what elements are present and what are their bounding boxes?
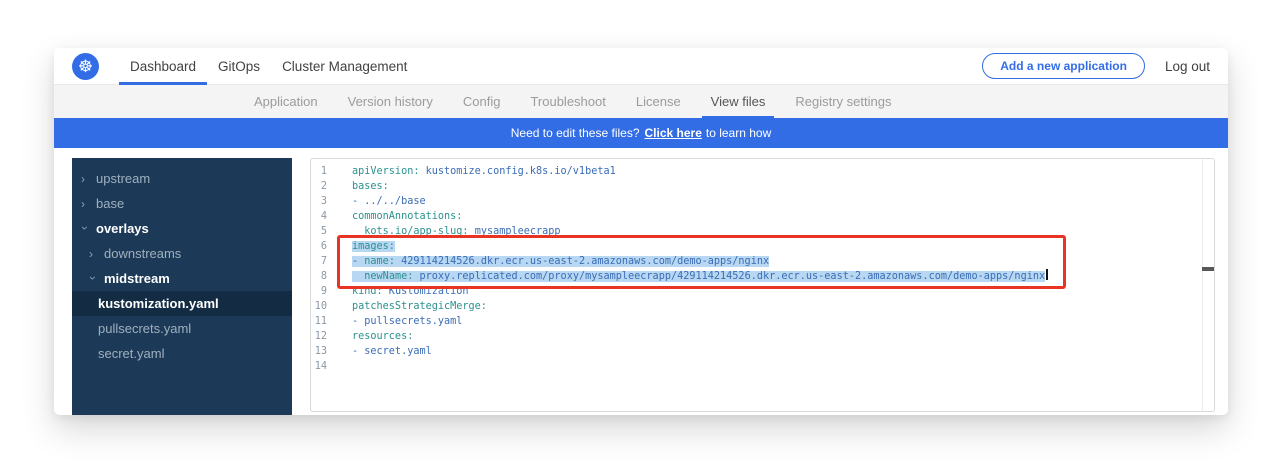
tree-item-overlays[interactable]: › overlays: [72, 216, 292, 241]
code-lines: 1 apiVersion: kustomize.config.k8s.io/v1b…: [311, 159, 1214, 374]
tab-view-files[interactable]: View files: [696, 85, 781, 118]
top-tab-gitops[interactable]: GitOps: [207, 48, 271, 84]
chevron-right-icon[interactable]: ›: [89, 247, 99, 261]
scrollbar-thumb[interactable]: [1202, 267, 1214, 271]
tab-version-history[interactable]: Version history: [333, 85, 448, 118]
code-line-7[interactable]: 7 - name: 429114214526.dkr.ecr.us-east-2.…: [311, 254, 1214, 269]
banner-click-here-link[interactable]: Click here: [645, 126, 702, 140]
code-line-14[interactable]: 14: [311, 359, 1214, 374]
editor-scrollbar[interactable]: [1202, 159, 1214, 411]
tree-item-base[interactable]: › base: [72, 191, 292, 216]
code-line-text: - pullsecrets.yaml: [352, 314, 462, 329]
line-number: 4: [311, 209, 327, 224]
text-cursor: [1046, 269, 1048, 280]
yaml-code-editor[interactable]: 1 apiVersion: kustomize.config.k8s.io/v1b…: [310, 158, 1215, 412]
tree-item-kustomization-yaml[interactable]: kustomization.yaml: [72, 291, 292, 316]
tree-item-label: base: [96, 196, 124, 211]
code-line-9[interactable]: 9 kind: Kustomization: [311, 284, 1214, 299]
edit-files-banner: Need to edit these files? Click here to …: [54, 118, 1228, 148]
line-number: 1: [311, 164, 327, 179]
code-line-1[interactable]: 1 apiVersion: kustomize.config.k8s.io/v1b…: [311, 164, 1214, 179]
top-nav-bar: ☸ Dashboard GitOps Cluster Management Ad…: [54, 48, 1228, 85]
tree-item-label: upstream: [96, 171, 150, 186]
tab-license[interactable]: License: [621, 85, 696, 118]
line-number: 5: [311, 224, 327, 239]
tree-item-label: overlays: [96, 221, 149, 236]
tree-item-label: secret.yaml: [98, 346, 164, 361]
tab-application[interactable]: Application: [239, 85, 333, 118]
view-files-content: › upstream › base › overlays › downstreams › mids…: [54, 148, 1228, 415]
code-line-text: newName: proxy.replicated.com/proxy/mysa…: [352, 269, 1048, 284]
app-sub-nav: Application Version history Config Troub…: [54, 85, 1228, 118]
code-line-text: apiVersion: kustomize.config.k8s.io/v1be…: [352, 164, 616, 179]
kubernetes-logo-icon: ☸: [72, 53, 99, 80]
code-line-11[interactable]: 11 - pullsecrets.yaml: [311, 314, 1214, 329]
chevron-down-icon[interactable]: ›: [78, 226, 92, 236]
tree-item-label: midstream: [104, 271, 170, 286]
banner-text-after: to learn how: [706, 126, 771, 140]
code-line-6[interactable]: 6 images:: [311, 239, 1214, 254]
code-line-2[interactable]: 2 bases:: [311, 179, 1214, 194]
code-line-13[interactable]: 13 - secret.yaml: [311, 344, 1214, 359]
code-line-text: commonAnnotations:: [352, 209, 462, 224]
banner-text-before: Need to edit these files?: [511, 126, 640, 140]
code-line-text: - secret.yaml: [352, 344, 432, 359]
chevron-right-icon[interactable]: ›: [81, 172, 91, 186]
code-line-10[interactable]: 10 patchesStrategicMerge:: [311, 299, 1214, 314]
code-line-text: kind: Kustomization: [352, 284, 469, 299]
tree-item-midstream[interactable]: › midstream: [72, 266, 292, 291]
code-line-text: images:: [352, 239, 395, 254]
code-line-text: - name: 429114214526.dkr.ecr.us-east-2.a…: [352, 254, 769, 269]
code-line-3[interactable]: 3 - ../../base: [311, 194, 1214, 209]
line-number: 7: [311, 254, 327, 269]
line-number: 3: [311, 194, 327, 209]
logout-link[interactable]: Log out: [1165, 59, 1210, 74]
admin-console-card: ☸ Dashboard GitOps Cluster Management Ad…: [54, 48, 1228, 415]
file-tree-sidebar: › upstream › base › overlays › downstreams › mids…: [72, 158, 292, 415]
tree-item-label: pullsecrets.yaml: [98, 321, 191, 336]
code-line-text: - ../../base: [352, 194, 426, 209]
tree-item-pullsecrets-yaml[interactable]: pullsecrets.yaml: [72, 316, 292, 341]
line-number: 10: [311, 299, 327, 314]
code-line-text: resources:: [352, 329, 413, 344]
tree-item-label: downstreams: [104, 246, 181, 261]
line-number: 13: [311, 344, 327, 359]
code-line-text: bases:: [352, 179, 389, 194]
code-line-5[interactable]: 5 kots.io/app-slug: mysampleecrapp: [311, 224, 1214, 239]
line-number: 2: [311, 179, 327, 194]
code-line-12[interactable]: 12 resources:: [311, 329, 1214, 344]
line-number: 8: [311, 269, 327, 284]
tree-item-upstream[interactable]: › upstream: [72, 166, 292, 191]
app-window: ☸ Dashboard GitOps Cluster Management Ad…: [0, 0, 1286, 476]
top-tab-dashboard[interactable]: Dashboard: [119, 48, 207, 84]
add-application-button[interactable]: Add a new application: [982, 53, 1145, 79]
tab-config[interactable]: Config: [448, 85, 516, 118]
code-line-8[interactable]: 8 newName: proxy.replicated.com/proxy/my…: [311, 269, 1214, 284]
line-number: 9: [311, 284, 327, 299]
tree-item-secret-yaml[interactable]: secret.yaml: [72, 341, 292, 366]
line-number: 6: [311, 239, 327, 254]
chevron-down-icon[interactable]: ›: [86, 276, 100, 286]
top-tab-cluster-management[interactable]: Cluster Management: [271, 48, 418, 84]
line-number: 12: [311, 329, 327, 344]
chevron-right-icon[interactable]: ›: [81, 197, 91, 211]
tree-item-label: kustomization.yaml: [98, 296, 219, 311]
tree-item-downstreams[interactable]: › downstreams: [72, 241, 292, 266]
code-line-4[interactable]: 4 commonAnnotations:: [311, 209, 1214, 224]
line-number: 14: [311, 359, 327, 374]
code-line-text: kots.io/app-slug: mysampleecrapp: [352, 224, 561, 239]
line-number: 11: [311, 314, 327, 329]
tab-troubleshoot[interactable]: Troubleshoot: [515, 85, 620, 118]
topbar-actions: Add a new application Log out: [982, 48, 1210, 84]
code-line-text: patchesStrategicMerge:: [352, 299, 487, 314]
tab-registry-settings[interactable]: Registry settings: [780, 85, 906, 118]
